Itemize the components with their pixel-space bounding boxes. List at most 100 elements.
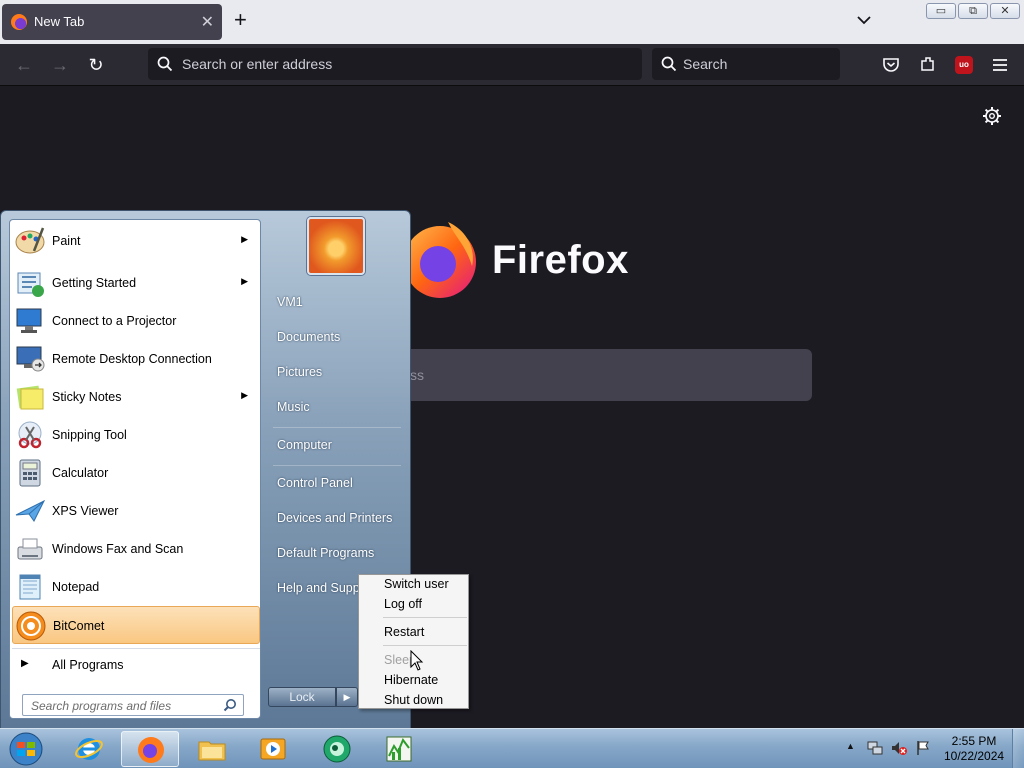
program-paint[interactable]: Paint ▶ [12, 222, 260, 260]
calculator-icon [19, 459, 41, 487]
menu-item-hibernate[interactable]: Hibernate [384, 673, 438, 687]
taskbar-firefox[interactable] [121, 731, 179, 767]
program-notepad[interactable]: Notepad [12, 568, 260, 606]
program-xps-viewer[interactable]: XPS Viewer [12, 492, 260, 530]
volume-muted-icon[interactable] [890, 739, 908, 757]
nav-toolbar: ← → ↻ Search or enter address Search uo [0, 44, 1024, 86]
program-label: Notepad [52, 580, 100, 594]
user-avatar[interactable] [307, 217, 365, 275]
pocket-icon[interactable] [882, 56, 900, 74]
all-programs-item[interactable]: ▶ All Programs [12, 648, 260, 678]
search-bar[interactable]: Search [652, 48, 840, 80]
program-connect-to-projector[interactable]: Connect to a Projector [12, 302, 260, 340]
program-label: Snipping Tool [52, 428, 127, 442]
restore-button[interactable]: ⧉ [958, 3, 988, 19]
program-label: Calculator [52, 466, 109, 480]
extensions-icon[interactable] [919, 55, 937, 73]
clock-time: 2:55 PM [951, 734, 997, 748]
close-window-button[interactable]: ✕ [990, 3, 1020, 19]
content-search-placeholder: ss [410, 367, 424, 383]
start-right-pictures[interactable]: Pictures [277, 365, 322, 379]
reload-icon[interactable]: ↻ [86, 55, 106, 75]
tab-title: New Tab [34, 14, 85, 29]
mouse-cursor-icon [410, 650, 424, 671]
lock-button[interactable]: Lock [268, 687, 336, 707]
notepad-icon [19, 574, 41, 600]
start-search-input[interactable]: Search programs and files [22, 694, 244, 716]
minimize-button[interactable]: ▭ [926, 3, 956, 19]
start-right-help-support[interactable]: Help and Suppo [277, 581, 367, 595]
program-bitcomet[interactable]: BitComet [12, 606, 260, 644]
start-right-user[interactable]: VM1 [277, 295, 303, 309]
hamburger-menu-icon[interactable] [991, 56, 1009, 74]
program-snipping-tool[interactable]: Snipping Tool [12, 416, 260, 454]
tab-new-tab[interactable]: New Tab ✕ [2, 4, 222, 40]
taskbar-bitcomet[interactable] [308, 731, 366, 767]
power-options-menu: Switch user Log off Restart Sleep Hibern… [358, 574, 469, 709]
program-label: Sticky Notes [52, 390, 122, 404]
program-label: Remote Desktop Connection [52, 352, 212, 366]
content-search-box[interactable]: ss [392, 349, 812, 401]
media-player-icon [260, 738, 286, 760]
gear-icon[interactable] [982, 106, 1002, 126]
submenu-arrow-icon: ▶ [241, 234, 248, 244]
taskbar-internet-explorer[interactable] [60, 731, 118, 767]
show-hidden-icons-icon[interactable]: ▲ [846, 741, 855, 751]
program-label: BitComet [53, 619, 105, 633]
projector-icon [16, 308, 42, 333]
bitcomet-icon [323, 735, 351, 763]
network-icon[interactable] [866, 739, 884, 757]
program-calculator[interactable]: Calculator [12, 454, 260, 492]
taskbar-media-player[interactable] [244, 731, 302, 767]
start-orb-icon[interactable] [6, 731, 46, 767]
start-right-control-panel[interactable]: Control Panel [277, 476, 353, 490]
submenu-arrow-icon: ▶ [241, 390, 248, 400]
ublock-origin-icon[interactable]: uo [955, 56, 973, 74]
internet-explorer-icon [75, 738, 103, 760]
forward-arrow-icon[interactable]: → [50, 55, 70, 75]
firefox-logo-icon [404, 222, 476, 298]
program-getting-started[interactable]: Getting Started ▶ [12, 264, 260, 302]
paint-icon [15, 227, 45, 254]
tab-strip: New Tab ✕ + ▭ ⧉ ✕ [0, 0, 1024, 44]
taskbar-task-manager[interactable] [370, 731, 428, 767]
remote-desktop-icon [16, 346, 45, 372]
start-right-computer[interactable]: Computer [277, 438, 332, 452]
system-clock[interactable]: 2:55 PM 10/22/2024 [944, 734, 1004, 764]
start-right-documents[interactable]: Documents [277, 330, 340, 344]
address-bar[interactable]: Search or enter address [148, 48, 642, 80]
menu-item-shut-down[interactable]: Shut down [384, 693, 443, 707]
new-tab-plus-icon[interactable]: + [234, 9, 247, 31]
separator [273, 427, 401, 428]
firefox-icon [138, 737, 164, 763]
xps-viewer-icon [15, 499, 46, 522]
taskbar-file-explorer[interactable] [183, 731, 241, 767]
start-right-music[interactable]: Music [277, 400, 310, 414]
program-windows-fax-and-scan[interactable]: Windows Fax and Scan [12, 530, 260, 568]
address-placeholder: Search or enter address [182, 56, 333, 72]
show-desktop-button[interactable] [1012, 729, 1024, 768]
close-tab-icon[interactable]: ✕ [201, 12, 214, 32]
menu-item-log-off[interactable]: Log off [384, 597, 422, 611]
list-all-tabs-icon[interactable] [856, 12, 872, 28]
menu-item-switch-user[interactable]: Switch user [384, 577, 449, 591]
program-sticky-notes[interactable]: Sticky Notes ▶ [12, 378, 260, 416]
action-center-flag-icon[interactable] [914, 739, 932, 757]
taskbar: ▲ 2:55 PM 10/22/2024 [0, 728, 1024, 768]
separator [383, 645, 467, 646]
menu-item-restart[interactable]: Restart [384, 625, 424, 639]
program-remote-desktop-connection[interactable]: Remote Desktop Connection [12, 340, 260, 378]
start-menu: Paint ▶ Getting Started ▶ Connect to a P… [0, 210, 411, 730]
program-label: XPS Viewer [52, 504, 119, 518]
separator [273, 465, 401, 466]
file-explorer-icon [198, 741, 226, 761]
expand-arrow-icon: ▶ [21, 658, 29, 669]
search-icon[interactable] [223, 698, 237, 712]
back-arrow-icon[interactable]: ← [14, 55, 34, 75]
start-right-devices-printers[interactable]: Devices and Printers [277, 511, 392, 525]
getting-started-icon [17, 272, 44, 297]
start-programs-pane: Paint ▶ Getting Started ▶ Connect to a P… [9, 219, 261, 719]
power-options-arrow-button[interactable]: ▶ [336, 687, 358, 707]
start-right-default-programs[interactable]: Default Programs [277, 546, 374, 560]
task-manager-icon [386, 736, 412, 762]
